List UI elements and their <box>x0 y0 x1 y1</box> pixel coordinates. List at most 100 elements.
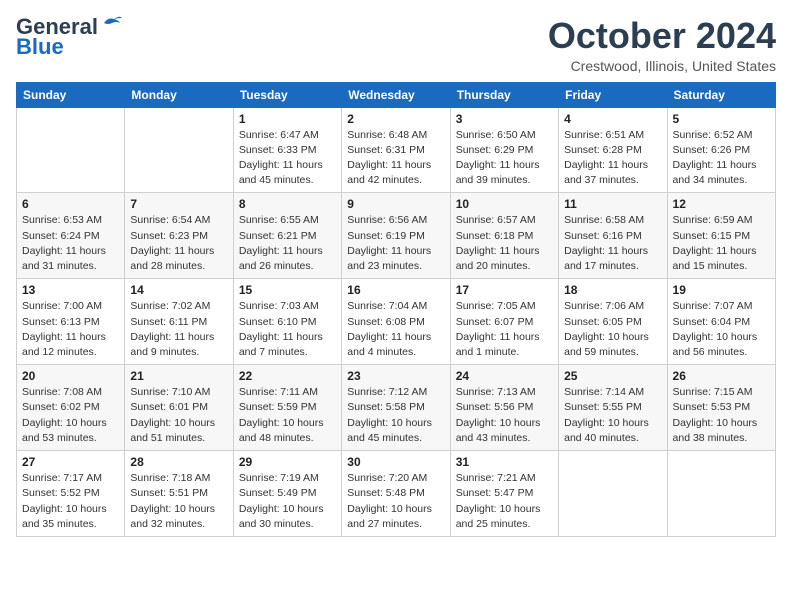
day-info: Sunrise: 7:18 AMSunset: 5:51 PMDaylight:… <box>130 471 227 532</box>
day-number: 26 <box>673 369 770 383</box>
calendar-day-14: 14 Sunrise: 7:02 AMSunset: 6:11 PMDayligh… <box>125 279 233 365</box>
calendar-day-29: 29 Sunrise: 7:19 AMSunset: 5:49 PMDayligh… <box>233 451 341 537</box>
calendar-day-10: 10Sunrise: 6:57 AMSunset: 6:18 PMDayligh… <box>450 193 558 279</box>
day-number: 20 <box>22 369 119 383</box>
day-info: Sunrise: 6:55 AMSunset: 6:21 PMDaylight:… <box>239 213 336 274</box>
day-number: 29 <box>239 455 336 469</box>
day-info: Sunrise: 7:15 AMSunset: 5:53 PMDaylight:… <box>673 385 770 446</box>
day-number: 4 <box>564 112 661 126</box>
day-number: 27 <box>22 455 119 469</box>
day-info: Sunrise: 7:11 AMSunset: 5:59 PMDaylight:… <box>239 385 336 446</box>
day-of-week-thursday: Thursday <box>450 82 558 107</box>
day-number: 13 <box>22 283 119 297</box>
day-info: Sunrise: 7:05 AMSunset: 6:07 PMDaylight:… <box>456 299 553 360</box>
calendar-day-27: 27Sunrise: 7:17 AMSunset: 5:52 PMDayligh… <box>17 451 125 537</box>
empty-cell <box>125 107 233 193</box>
calendar-day-16: 16 Sunrise: 7:04 AMSunset: 6:08 PMDayligh… <box>342 279 450 365</box>
calendar-day-2: 2 Sunrise: 6:48 AMSunset: 6:31 PMDaylight… <box>342 107 450 193</box>
day-number: 9 <box>347 197 444 211</box>
day-number: 31 <box>456 455 553 469</box>
day-number: 1 <box>239 112 336 126</box>
calendar-day-24: 24Sunrise: 7:13 AMSunset: 5:56 PMDayligh… <box>450 365 558 451</box>
calendar-table: SundayMondayTuesdayWednesdayThursdayFrid… <box>16 82 776 537</box>
calendar-day-31: 31 Sunrise: 7:21 AMSunset: 5:47 PMDayligh… <box>450 451 558 537</box>
day-number: 25 <box>564 369 661 383</box>
day-of-week-wednesday: Wednesday <box>342 82 450 107</box>
calendar-day-19: 19Sunrise: 7:07 AMSunset: 6:04 PMDayligh… <box>667 279 775 365</box>
day-info: Sunrise: 6:50 AMSunset: 6:29 PMDaylight:… <box>456 128 553 189</box>
day-info: Sunrise: 6:58 AMSunset: 6:16 PMDaylight:… <box>564 213 661 274</box>
calendar-day-3: 3 Sunrise: 6:50 AMSunset: 6:29 PMDaylight… <box>450 107 558 193</box>
calendar-day-17: 17 Sunrise: 7:05 AMSunset: 6:07 PMDayligh… <box>450 279 558 365</box>
day-number: 5 <box>673 112 770 126</box>
day-info: Sunrise: 7:08 AMSunset: 6:02 PMDaylight:… <box>22 385 119 446</box>
page-header: General Blue October 2024 Crestwood, Ill… <box>16 16 776 74</box>
day-info: Sunrise: 6:52 AMSunset: 6:26 PMDaylight:… <box>673 128 770 189</box>
day-number: 19 <box>673 283 770 297</box>
day-number: 28 <box>130 455 227 469</box>
calendar-week-row: 20 Sunrise: 7:08 AMSunset: 6:02 PMDayligh… <box>17 365 776 451</box>
month-title: October 2024 <box>548 16 776 56</box>
day-info: Sunrise: 6:48 AMSunset: 6:31 PMDaylight:… <box>347 128 444 189</box>
day-info: Sunrise: 7:02 AMSunset: 6:11 PMDaylight:… <box>130 299 227 360</box>
calendar-day-1: 1 Sunrise: 6:47 AMSunset: 6:33 PMDaylight… <box>233 107 341 193</box>
logo-blue-text: Blue <box>16 34 64 59</box>
day-number: 15 <box>239 283 336 297</box>
day-info: Sunrise: 7:19 AMSunset: 5:49 PMDaylight:… <box>239 471 336 532</box>
calendar-day-8: 8 Sunrise: 6:55 AMSunset: 6:21 PMDaylight… <box>233 193 341 279</box>
calendar-day-20: 20 Sunrise: 7:08 AMSunset: 6:02 PMDayligh… <box>17 365 125 451</box>
day-of-week-monday: Monday <box>125 82 233 107</box>
day-info: Sunrise: 6:56 AMSunset: 6:19 PMDaylight:… <box>347 213 444 274</box>
day-info: Sunrise: 7:06 AMSunset: 6:05 PMDaylight:… <box>564 299 661 360</box>
day-info: Sunrise: 7:00 AMSunset: 6:13 PMDaylight:… <box>22 299 119 360</box>
day-number: 22 <box>239 369 336 383</box>
calendar-day-11: 11 Sunrise: 6:58 AMSunset: 6:16 PMDayligh… <box>559 193 667 279</box>
day-number: 8 <box>239 197 336 211</box>
day-number: 18 <box>564 283 661 297</box>
calendar-day-7: 7 Sunrise: 6:54 AMSunset: 6:23 PMDaylight… <box>125 193 233 279</box>
day-number: 3 <box>456 112 553 126</box>
calendar-day-6: 6Sunrise: 6:53 AMSunset: 6:24 PMDaylight… <box>17 193 125 279</box>
day-number: 17 <box>456 283 553 297</box>
title-block: October 2024 Crestwood, Illinois, United… <box>548 16 776 74</box>
day-info: Sunrise: 7:04 AMSunset: 6:08 PMDaylight:… <box>347 299 444 360</box>
day-info: Sunrise: 6:59 AMSunset: 6:15 PMDaylight:… <box>673 213 770 274</box>
calendar-day-5: 5 Sunrise: 6:52 AMSunset: 6:26 PMDaylight… <box>667 107 775 193</box>
calendar-week-row: 13 Sunrise: 7:00 AMSunset: 6:13 PMDayligh… <box>17 279 776 365</box>
day-number: 21 <box>130 369 227 383</box>
day-of-week-tuesday: Tuesday <box>233 82 341 107</box>
day-number: 2 <box>347 112 444 126</box>
calendar-week-row: 1 Sunrise: 6:47 AMSunset: 6:33 PMDaylight… <box>17 107 776 193</box>
day-info: Sunrise: 6:53 AMSunset: 6:24 PMDaylight:… <box>22 213 119 274</box>
day-info: Sunrise: 6:54 AMSunset: 6:23 PMDaylight:… <box>130 213 227 274</box>
empty-cell <box>667 451 775 537</box>
day-info: Sunrise: 7:20 AMSunset: 5:48 PMDaylight:… <box>347 471 444 532</box>
day-info: Sunrise: 7:21 AMSunset: 5:47 PMDaylight:… <box>456 471 553 532</box>
empty-cell <box>559 451 667 537</box>
day-number: 11 <box>564 197 661 211</box>
empty-cell <box>17 107 125 193</box>
calendar-day-15: 15 Sunrise: 7:03 AMSunset: 6:10 PMDayligh… <box>233 279 341 365</box>
calendar-day-30: 30 Sunrise: 7:20 AMSunset: 5:48 PMDayligh… <box>342 451 450 537</box>
day-info: Sunrise: 6:57 AMSunset: 6:18 PMDaylight:… <box>456 213 553 274</box>
calendar-header-row: SundayMondayTuesdayWednesdayThursdayFrid… <box>17 82 776 107</box>
calendar-day-28: 28 Sunrise: 7:18 AMSunset: 5:51 PMDayligh… <box>125 451 233 537</box>
calendar-day-25: 25Sunrise: 7:14 AMSunset: 5:55 PMDayligh… <box>559 365 667 451</box>
day-info: Sunrise: 7:03 AMSunset: 6:10 PMDaylight:… <box>239 299 336 360</box>
calendar-day-23: 23Sunrise: 7:12 AMSunset: 5:58 PMDayligh… <box>342 365 450 451</box>
calendar-day-9: 9 Sunrise: 6:56 AMSunset: 6:19 PMDaylight… <box>342 193 450 279</box>
calendar-day-13: 13 Sunrise: 7:00 AMSunset: 6:13 PMDayligh… <box>17 279 125 365</box>
location: Crestwood, Illinois, United States <box>548 58 776 74</box>
day-number: 7 <box>130 197 227 211</box>
day-info: Sunrise: 7:10 AMSunset: 6:01 PMDaylight:… <box>130 385 227 446</box>
day-info: Sunrise: 6:47 AMSunset: 6:33 PMDaylight:… <box>239 128 336 189</box>
logo-bird-icon <box>100 15 122 31</box>
day-number: 16 <box>347 283 444 297</box>
day-info: Sunrise: 7:12 AMSunset: 5:58 PMDaylight:… <box>347 385 444 446</box>
day-info: Sunrise: 6:51 AMSunset: 6:28 PMDaylight:… <box>564 128 661 189</box>
day-of-week-sunday: Sunday <box>17 82 125 107</box>
logo: General Blue <box>16 16 122 59</box>
calendar-day-26: 26 Sunrise: 7:15 AMSunset: 5:53 PMDayligh… <box>667 365 775 451</box>
day-number: 30 <box>347 455 444 469</box>
day-number: 14 <box>130 283 227 297</box>
